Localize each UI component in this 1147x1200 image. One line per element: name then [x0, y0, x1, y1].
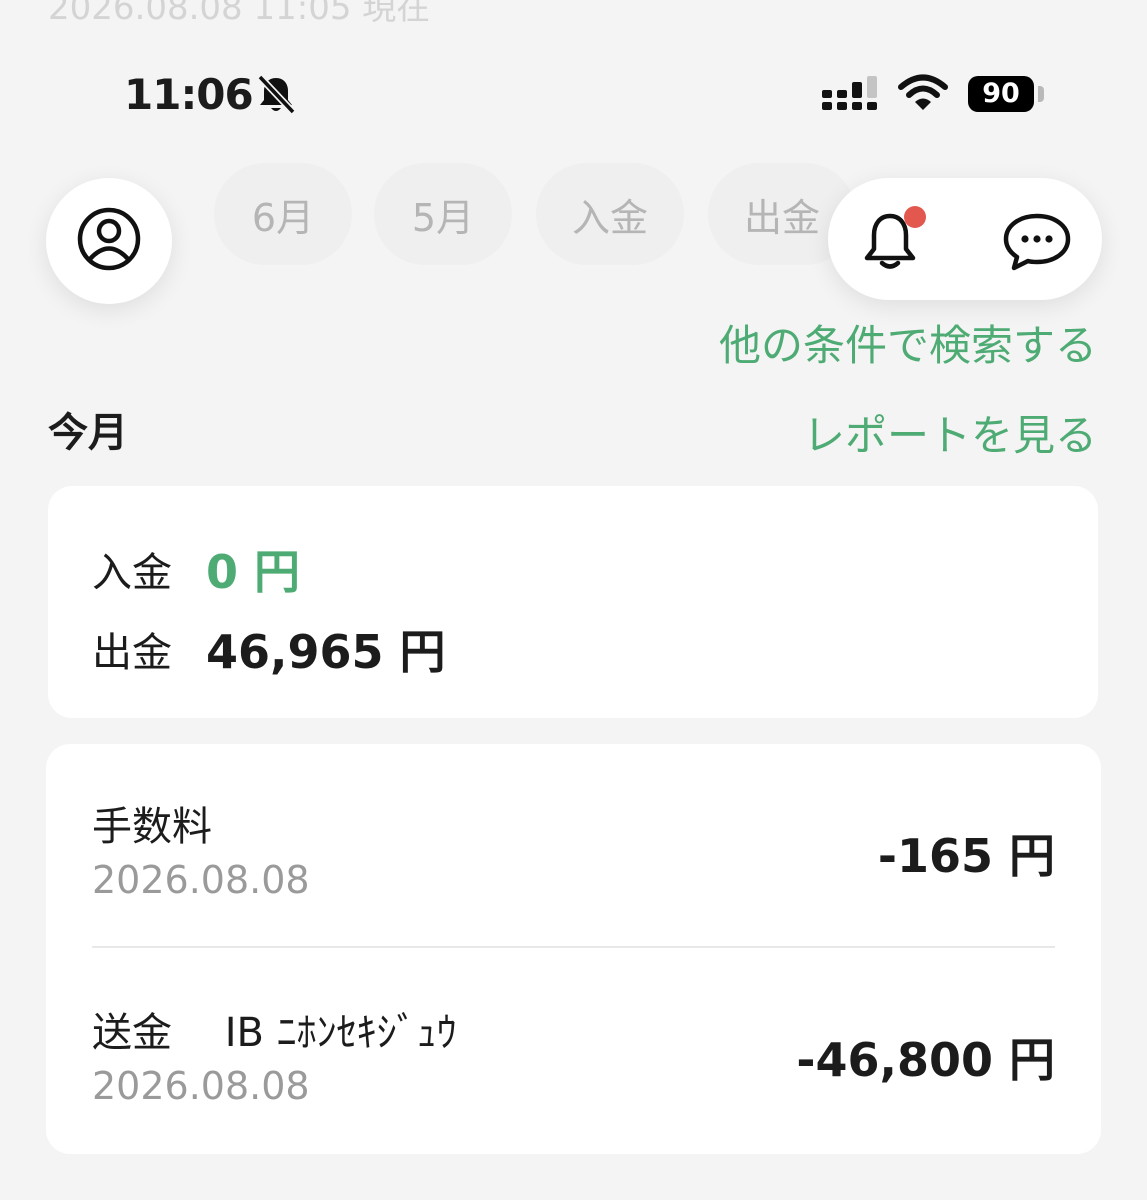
filter-chip-june[interactable]: 6月: [214, 163, 352, 265]
row-divider: [92, 946, 1055, 948]
view-report-link[interactable]: レポートを見る: [803, 402, 1097, 463]
transaction-date: 2026.08.08: [92, 858, 310, 902]
transaction-amount: -46,800 円: [796, 1033, 1055, 1087]
chat-icon[interactable]: [1002, 212, 1072, 276]
transaction-amount: -165 円: [877, 829, 1055, 883]
search-other-conditions-link[interactable]: 他の条件で検索する: [719, 312, 1097, 373]
transaction-title: 送金 IB ﾆﾎﾝｾｷｼﾞｭｳ: [92, 1010, 457, 1056]
deposit-label: 入金: [92, 550, 172, 596]
notification-badge: [904, 206, 926, 228]
signal-icon: [820, 76, 880, 116]
status-time: 11:06: [124, 70, 254, 119]
as-of-timestamp: 2026.08.08 11:05 現在: [48, 0, 431, 28]
monthly-summary-card: 入金 0 円 出金 46,965 円: [48, 486, 1098, 718]
filter-chip-may[interactable]: 5月: [374, 163, 512, 265]
deposit-value: 0 円: [206, 545, 301, 599]
transaction-title: 手数料: [92, 804, 212, 850]
profile-button[interactable]: [46, 178, 172, 304]
header-actions: [828, 178, 1102, 300]
battery-icon: 90: [968, 76, 1034, 112]
user-icon: [76, 206, 142, 276]
battery-nub: [1038, 86, 1044, 102]
filter-chip-deposit[interactable]: 入金: [536, 163, 684, 265]
wifi-icon: [898, 74, 948, 116]
withdrawal-value: 46,965 円: [206, 625, 446, 679]
transaction-date: 2026.08.08: [92, 1064, 310, 1108]
bell-off-icon: [256, 74, 296, 120]
section-title-this-month: 今月: [48, 410, 128, 456]
withdrawal-label: 出金: [92, 630, 172, 676]
transactions-card: 手数料 2026.08.08 -165 円 送金 IB ﾆﾎﾝｾｷｼﾞｭｳ 20…: [46, 744, 1101, 1154]
